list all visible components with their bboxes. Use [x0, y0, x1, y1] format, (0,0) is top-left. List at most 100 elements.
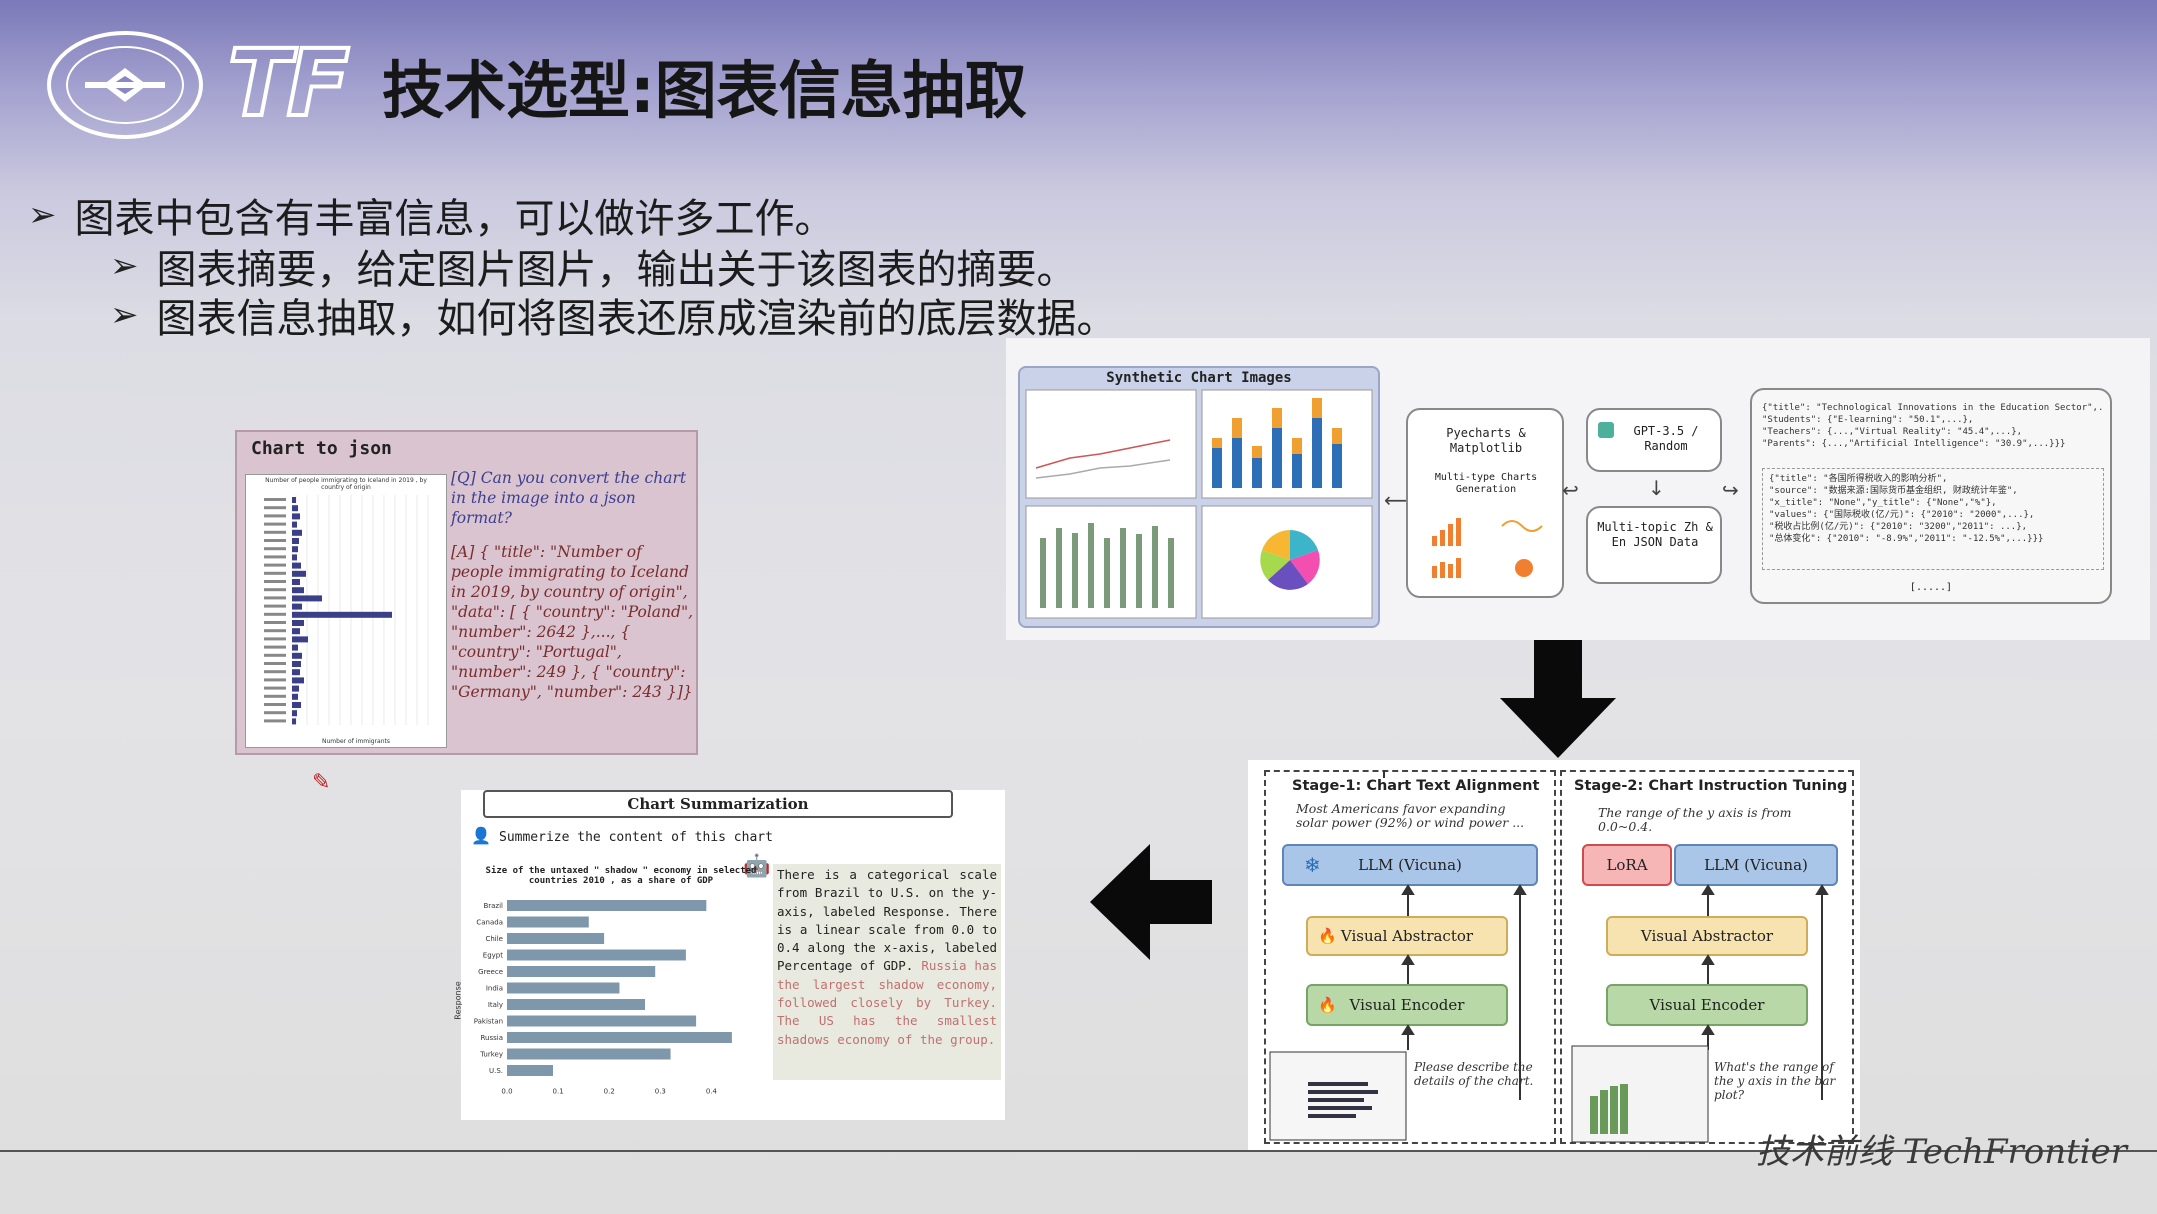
- stage2-prompt: What's the range of the y axis in the ba…: [1714, 1060, 1836, 1102]
- summ-bar: [507, 1032, 732, 1043]
- summ-x-tick: 0.0: [501, 1088, 512, 1096]
- mini-category-label: [264, 653, 286, 657]
- stage1-caption: Most Americans favor expanding solar pow…: [1296, 801, 1525, 830]
- multitopic-label: Multi-topic Zh & En JSON Data: [1597, 520, 1713, 549]
- lora-label: LoRA: [1606, 856, 1648, 874]
- curved-arrow-right-icon: ↪: [1722, 478, 1739, 502]
- synthetic-chart-images-box: Synthetic Chart Images: [1018, 366, 1380, 628]
- mini-category-label: [264, 547, 286, 551]
- summ-chart-title: Size of the untaxed " shadow " economy i…: [485, 866, 757, 886]
- mini-category-label: [264, 563, 286, 567]
- summ-bar: [507, 999, 645, 1010]
- fire-icon: 🔥: [1318, 996, 1337, 1014]
- mini-category-label: [264, 506, 286, 510]
- chart-type-icons: [1432, 518, 1543, 578]
- mini-category-label: [264, 588, 286, 592]
- mini-category-label: [264, 629, 286, 633]
- bullet-arrow-icon: ➢: [110, 246, 139, 286]
- abstractor-label: Visual Abstractor: [1640, 927, 1774, 945]
- summ-bar: [507, 1015, 697, 1027]
- mini-bar: [292, 718, 296, 725]
- bullet-level2: ➢ 图表信息抽取，如何将图表还原成渲染前的底层数据。: [110, 286, 1117, 344]
- mini-category-label: [264, 662, 286, 665]
- gpt-box: GPT-3.5 / Random: [1586, 408, 1722, 472]
- summ-category-label: Brazil: [483, 902, 503, 910]
- mini-bar: [292, 693, 298, 700]
- mini-bar: [292, 628, 300, 635]
- summary-answer: There is a categorical scale from Brazil…: [773, 864, 1001, 1080]
- mini-bar: [292, 562, 301, 569]
- answer-tag: [A]: [451, 543, 475, 561]
- lora-block: LoRA: [1582, 844, 1672, 886]
- summ-y-label: Response: [453, 981, 463, 1020]
- bullet-level1: ➢ 图表中包含有丰富信息，可以做许多工作。: [28, 186, 835, 244]
- summ-bar-chart: Brazil Canada Chile Egypt Greece India Italy Pa…: [474, 900, 732, 1096]
- chart-to-json-header: Chart to json: [251, 438, 392, 459]
- llm-label: LLM (Vicuna): [1358, 856, 1462, 874]
- mini-category-label: [264, 498, 286, 501]
- mini-category-label: [264, 580, 286, 583]
- mini-category-label: [264, 571, 286, 575]
- summ-x-tick: 0.2: [604, 1088, 615, 1096]
- stage1-title: Stage-1: Chart Text Alignment: [1292, 778, 1540, 794]
- json-zh-frame: {"title": "各国所得税收入的影响分析", "source": "数据来…: [1762, 468, 2104, 570]
- summ-category-label: Turkey: [479, 1051, 503, 1059]
- snowflake-icon: ❄: [1304, 853, 1321, 877]
- stage2-llm-block: LLM (Vicuna): [1674, 844, 1838, 886]
- mini-chart-svg: [264, 495, 429, 725]
- stage1-encoder-block: 🔥 Visual Encoder: [1306, 984, 1508, 1026]
- encoder-label: Visual Encoder: [1649, 996, 1765, 1014]
- summ-bar: [507, 900, 707, 911]
- summ-bar: [507, 982, 620, 994]
- mini-bar: [292, 685, 299, 692]
- mini-category-label: [264, 694, 286, 698]
- mini-bar: [292, 529, 302, 536]
- stage2-encoder-block: Visual Encoder: [1606, 984, 1808, 1026]
- mini-bar: [292, 644, 298, 651]
- mini-category-label: [264, 678, 286, 682]
- summ-bar: [507, 916, 589, 928]
- mini-category-label: [264, 530, 286, 534]
- mini-bar: [292, 669, 300, 676]
- mini-bar: [292, 538, 299, 544]
- mini-category-label: [264, 514, 286, 518]
- training-stages-figure: Stage-1: Chart Text Alignment Stage-2: C…: [1248, 760, 1860, 1150]
- mini-category-label: [264, 711, 286, 715]
- question-block: [Q] Can you convert the chart in the ima…: [451, 468, 693, 528]
- tf-brand-logo: TF: [226, 30, 352, 137]
- mini-category-label: [264, 621, 286, 624]
- mini-category-label: [264, 522, 286, 526]
- summ-bar: [507, 933, 605, 944]
- mini-bar: [292, 595, 322, 602]
- mini-category-label: [264, 604, 286, 608]
- chart-summarization-figure: Chart Summarization 👤 Summerize the cont…: [454, 790, 1005, 1120]
- multitype-label: Multi-type Charts Generation: [1434, 472, 1538, 495]
- stage1-llm-block: ❄ LLM (Vicuna): [1282, 844, 1538, 886]
- json-ellipsis: [.....]: [1909, 582, 1953, 593]
- summ-bar: [507, 949, 686, 961]
- mini-bar: [292, 587, 304, 594]
- summ-category-label: Greece: [478, 968, 503, 976]
- encoder-label: Visual Encoder: [1349, 996, 1465, 1014]
- summ-x-tick: 0.1: [553, 1088, 564, 1096]
- summ-category-label: Pakistan: [474, 1018, 503, 1026]
- stage2-title: Stage-2: Chart Instruction Tuning: [1574, 778, 1848, 794]
- chart-to-json-panel: Chart to json Number of people immigrati…: [235, 430, 698, 755]
- gpt-label: GPT-3.5 / Random: [1633, 424, 1699, 453]
- stage1-abstractor-block: 🔥 Visual Abstractor: [1306, 916, 1508, 956]
- cursor-icon: ✎: [312, 770, 331, 795]
- multitopic-box: Multi-topic Zh & En JSON Data: [1586, 506, 1722, 584]
- pyecharts-box: Pyecharts & Matplotlib Multi-type Charts…: [1406, 408, 1564, 598]
- question-text: Can you convert the chart in the image i…: [451, 469, 687, 527]
- mini-category-label: [264, 703, 286, 706]
- iceland-mini-chart: Number of people immigrating to Iceland …: [245, 474, 447, 748]
- curved-arrow-left-icon: ↩: [1562, 478, 1579, 502]
- stage2-abstractor-block: Visual Abstractor: [1606, 916, 1808, 956]
- mini-bar: [292, 611, 392, 618]
- mini-bar: [292, 505, 298, 512]
- summ-category-label: India: [486, 985, 503, 993]
- stage2-caption: The range of the y axis is from 0.0~0.4.: [1598, 805, 1792, 834]
- user-prompt: Summerize the content of this chart: [499, 830, 773, 845]
- synthetic-pipeline-figure: Synthetic Chart Images ⟵ Pyecharts & Mat…: [1006, 338, 2150, 640]
- mini-category-label: [264, 645, 286, 649]
